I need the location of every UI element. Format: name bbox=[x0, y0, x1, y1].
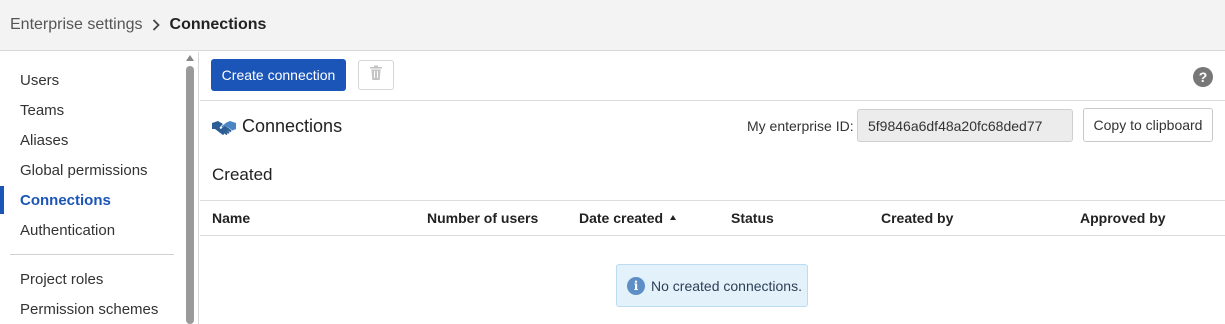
column-header-status[interactable]: Status bbox=[731, 210, 774, 226]
column-header-created-by[interactable]: Created by bbox=[881, 210, 953, 226]
created-title: Created bbox=[212, 165, 273, 184]
active-indicator bbox=[0, 186, 4, 214]
sidebar-divider bbox=[10, 254, 174, 255]
section-title: Connections bbox=[242, 116, 343, 136]
sidebar-item-project-roles[interactable]: Project roles bbox=[20, 268, 103, 292]
delete-button[interactable] bbox=[358, 60, 394, 90]
sidebar-scrollbar[interactable] bbox=[185, 52, 195, 324]
breadcrumb-current: Connections bbox=[169, 16, 267, 33]
column-header-number-of-users[interactable]: Number of users bbox=[427, 210, 538, 226]
help-icon[interactable]: ? bbox=[1193, 67, 1213, 87]
sidebar-item-authentication[interactable]: Authentication bbox=[20, 219, 115, 243]
scroll-up-arrow-icon[interactable] bbox=[186, 55, 194, 61]
empty-state-text: No created connections. bbox=[651, 277, 802, 294]
enterprise-id-field[interactable] bbox=[857, 109, 1073, 142]
handshake-icon bbox=[211, 118, 237, 143]
trash-icon bbox=[369, 65, 383, 86]
column-header-date-created[interactable]: Date created bbox=[579, 210, 677, 226]
copy-to-clipboard-button[interactable]: Copy to clipboard bbox=[1083, 108, 1213, 142]
sort-ascending-icon bbox=[670, 215, 677, 220]
connections-header: Connections My enterprise ID: Copy to cl… bbox=[200, 102, 1225, 154]
breadcrumb-parent[interactable]: Enterprise settings bbox=[10, 16, 143, 34]
toolbar: Create connection ? bbox=[200, 52, 1225, 101]
sidebar-item-aliases[interactable]: Aliases bbox=[20, 129, 68, 153]
empty-state-message: i No created connections. bbox=[616, 264, 808, 307]
sidebar-item-teams[interactable]: Teams bbox=[20, 99, 64, 123]
column-header-date-created-label: Date created bbox=[579, 210, 664, 226]
chevron-right-icon bbox=[152, 19, 160, 31]
enterprise-id-label: My enterprise ID: bbox=[747, 118, 854, 134]
sidebar-item-connections[interactable]: Connections bbox=[20, 189, 111, 213]
scroll-thumb[interactable] bbox=[186, 66, 194, 324]
sidebar-item-users[interactable]: Users bbox=[20, 69, 59, 93]
info-icon: i bbox=[627, 276, 645, 295]
sidebar: Users Teams Aliases Global permissions C… bbox=[0, 52, 199, 324]
create-connection-button[interactable]: Create connection bbox=[211, 59, 346, 91]
table-header: Name Number of users Date created Status… bbox=[200, 200, 1225, 236]
column-header-approved-by[interactable]: Approved by bbox=[1080, 210, 1166, 226]
sidebar-item-permission-schemes[interactable]: Permission schemes bbox=[20, 298, 158, 322]
column-header-name[interactable]: Name bbox=[212, 210, 250, 226]
sidebar-item-global-permissions[interactable]: Global permissions bbox=[20, 159, 148, 183]
top-bar: Enterprise settings Connections bbox=[0, 0, 1225, 51]
